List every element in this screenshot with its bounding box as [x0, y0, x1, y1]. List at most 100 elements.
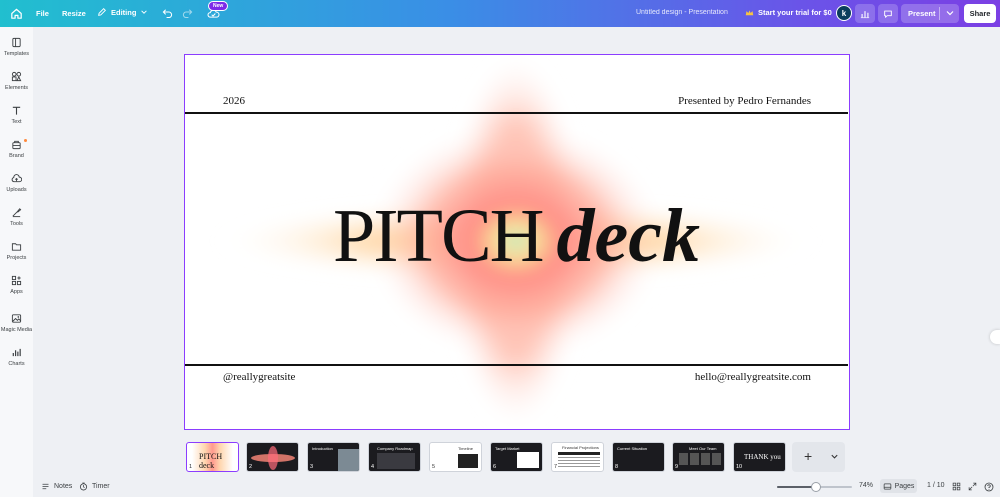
add-page-button[interactable]: +	[792, 442, 845, 472]
crown-icon	[745, 9, 754, 15]
zoom-slider[interactable]	[777, 482, 852, 492]
document-title[interactable]: Untitled design - Presentation	[636, 9, 728, 16]
page-thumbnail[interactable]: Timeline 5	[429, 442, 482, 472]
sidebar-label: Templates	[3, 51, 30, 57]
grid-view-icon	[952, 482, 961, 491]
notes-icon	[42, 483, 49, 490]
page-number: 9	[675, 464, 679, 470]
comments-button[interactable]	[878, 4, 898, 23]
thumbnail-table-rows	[558, 457, 600, 468]
page-number: 3	[310, 464, 314, 470]
apps-icon	[11, 275, 22, 286]
pencil-icon	[98, 8, 106, 16]
slide-canvas[interactable]: 2026 Presented by Pedro Fernandes PITCH d…	[184, 54, 850, 430]
redo-button[interactable]	[182, 7, 193, 20]
share-button[interactable]: Share	[964, 4, 996, 23]
file-menu[interactable]: File	[36, 9, 49, 18]
page-thumbnail[interactable]: PITCH deck 1	[186, 442, 239, 472]
sidebar-item-apps[interactable]: Apps	[0, 275, 33, 295]
page-number: 4	[371, 464, 375, 470]
page-thumbnail[interactable]: Current Situation 8	[612, 442, 665, 472]
page-number: 1	[189, 464, 193, 470]
sidebar-item-uploads[interactable]: Uploads	[0, 173, 33, 193]
thumbnail-title: Financial Projections	[562, 445, 599, 450]
page-thumbnail[interactable]: Financial Projections 7	[551, 442, 604, 472]
grid-view-button[interactable]	[952, 482, 961, 491]
thumbnail-title: Current Situation	[617, 446, 648, 451]
sidebar-label: Text	[11, 119, 22, 125]
slide-heading[interactable]: PITCH deck	[185, 193, 848, 280]
analytics-button[interactable]	[855, 4, 875, 23]
fullscreen-button[interactable]	[968, 482, 977, 491]
help-icon	[984, 482, 994, 492]
page-number: 10	[736, 464, 743, 470]
pages-icon	[883, 483, 891, 489]
chevron-down-icon[interactable]	[830, 452, 839, 461]
tools-icon	[12, 208, 22, 218]
sidebar-item-tools[interactable]: Tools	[0, 207, 33, 227]
text-icon	[12, 106, 21, 115]
sidebar-item-projects[interactable]: Projects	[0, 241, 33, 261]
thumbnail-title: Meet Our Team	[689, 446, 717, 451]
slide-heading-deck: deck	[556, 194, 701, 278]
sidebar-item-text[interactable]: Text	[0, 105, 33, 125]
slide-handle-text[interactable]: @reallygreatsite	[223, 371, 295, 383]
folder-icon	[11, 243, 22, 251]
help-button[interactable]	[984, 482, 994, 492]
thumbnail-title: Company Roadmap	[377, 446, 413, 451]
page-number: 5	[432, 464, 436, 470]
zoom-slider-handle[interactable]	[811, 482, 821, 492]
thumbnail-table-header	[558, 452, 600, 455]
notes-button[interactable]: Notes	[41, 482, 72, 491]
start-trial-button[interactable]: Start your trial for $0	[745, 8, 832, 17]
resize-menu[interactable]: Resize	[62, 9, 86, 18]
pages-toggle-button[interactable]: Pages	[880, 479, 917, 493]
page-thumbnail[interactable]: Meet Our Team 9	[672, 442, 725, 472]
thumbnail-team-photos	[679, 453, 721, 465]
magic-media-icon	[11, 314, 22, 323]
bar-chart-icon	[860, 10, 870, 18]
sidebar-item-brand[interactable]: Brand	[0, 139, 33, 159]
thumbnail-title: Target Market	[495, 446, 520, 451]
sidebar-item-elements[interactable]: Elements	[0, 71, 33, 91]
thumbnail-title: Introduction	[312, 446, 333, 451]
thumbnail-title: THANK you	[744, 453, 781, 461]
sidebar-label: Projects	[6, 255, 27, 261]
slide-presenter-text[interactable]: Presented by Pedro Fernandes	[678, 95, 811, 107]
zoom-percent[interactable]: 74%	[859, 482, 873, 489]
chevron-down-icon[interactable]	[945, 8, 955, 18]
timer-button[interactable]: Timer	[79, 482, 110, 491]
page-thumbnail[interactable]: 2	[246, 442, 299, 472]
page-thumbnail[interactable]: THANK you 10	[733, 442, 786, 472]
side-panel-toggle[interactable]	[990, 330, 1000, 344]
page-number: 7	[554, 464, 558, 470]
comment-icon	[884, 10, 892, 18]
uploads-icon	[11, 174, 22, 183]
undo-button[interactable]	[162, 7, 173, 20]
home-icon[interactable]	[9, 6, 24, 21]
sidebar-item-magic-media[interactable]: Magic Media	[0, 313, 33, 333]
slide-email-text[interactable]: hello@reallygreatsite.com	[695, 371, 811, 383]
avatar[interactable]: k	[836, 5, 852, 21]
pages-label: Pages	[894, 482, 915, 490]
page-thumbnail[interactable]: Introduction 3	[307, 442, 360, 472]
sidebar-label: Elements	[5, 85, 28, 91]
sidebar-item-charts[interactable]: Charts	[0, 347, 33, 367]
brand-icon	[12, 140, 21, 150]
present-button[interactable]: Present	[901, 4, 959, 23]
thumbnail-block	[377, 453, 415, 469]
redo-icon	[182, 9, 193, 19]
slide-divider-bottom	[185, 364, 848, 366]
thumbnail-graphic	[251, 446, 295, 470]
slide-year-text[interactable]: 2026	[223, 95, 245, 107]
editing-mode-button[interactable]: Editing	[97, 7, 148, 17]
sidebar-label: Brand	[9, 153, 24, 159]
page-thumbnail[interactable]: Target Market 6	[490, 442, 543, 472]
editing-label: Editing	[111, 7, 137, 17]
sidebar-label: Magic Media	[0, 327, 33, 333]
sidebar-item-templates[interactable]: Templates	[0, 37, 33, 57]
page-counter: 1 / 10	[927, 482, 945, 489]
page-thumbnail[interactable]: Company Roadmap 4	[368, 442, 421, 472]
thumbnail-photo	[338, 449, 359, 471]
undo-icon	[162, 9, 173, 19]
